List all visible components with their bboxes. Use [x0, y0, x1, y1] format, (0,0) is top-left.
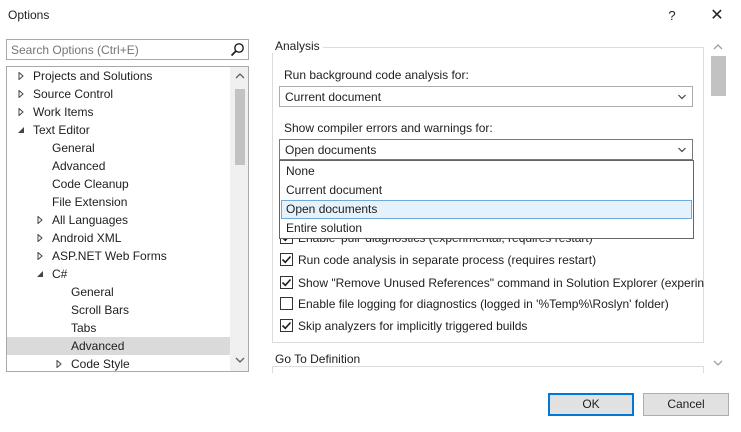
tree-scroll-thumb[interactable]	[235, 89, 245, 165]
background-analysis-label: Run background code analysis for:	[284, 68, 469, 82]
tree-item-label: All Languages	[52, 213, 129, 227]
close-button[interactable]: ✕	[697, 0, 737, 30]
checkmark-icon	[281, 255, 292, 264]
goto-definition-title: Go To Definition	[272, 352, 364, 366]
search-icon[interactable]	[229, 42, 245, 58]
collapsed-arrow-icon[interactable]	[17, 90, 25, 98]
scroll-down-icon[interactable]	[235, 355, 245, 365]
collapsed-arrow-icon[interactable]	[55, 360, 63, 368]
checkbox[interactable]	[280, 253, 293, 266]
dropdown-option[interactable]: Current document	[281, 181, 692, 200]
tree-item-label: Work Items	[33, 105, 94, 119]
dropdown-option[interactable]: None	[281, 162, 692, 181]
checkbox[interactable]	[280, 319, 293, 332]
background-analysis-value: Current document	[285, 90, 382, 104]
scroll-down-icon[interactable]	[713, 358, 723, 368]
tree-item-label: Source Control	[33, 87, 114, 101]
tree-item[interactable]: Work Items	[7, 103, 231, 121]
checkbox-label: Skip analyzers for implicitly triggered …	[298, 319, 528, 333]
checkmark-icon	[281, 321, 292, 330]
dropdown-option[interactable]: Open documents	[281, 200, 692, 219]
checkbox-label: Run code analysis in separate process (r…	[298, 253, 597, 267]
tree-item-label: File Extension	[52, 195, 128, 209]
tree-item[interactable]: Code Cleanup	[7, 175, 231, 193]
tree-item[interactable]: All Languages	[7, 211, 231, 229]
tree-item[interactable]: ASP.NET Web Forms	[7, 247, 231, 265]
tree-item[interactable]: Android XML	[7, 229, 231, 247]
checkbox[interactable]	[280, 276, 293, 289]
background-analysis-combo[interactable]: Current document	[279, 86, 693, 107]
tree-item[interactable]: File Extension	[7, 193, 231, 211]
window-title: Options	[8, 8, 50, 22]
tree-item[interactable]: Text Editor	[7, 121, 231, 139]
compiler-errors-label: Show compiler errors and warnings for:	[284, 121, 493, 135]
tree-item-label: ASP.NET Web Forms	[52, 249, 167, 263]
checkbox-label: Show "Remove Unused References" command …	[298, 276, 705, 290]
collapsed-arrow-icon[interactable]	[17, 72, 25, 80]
checkbox[interactable]	[280, 297, 293, 310]
search-input[interactable]	[7, 40, 229, 59]
scroll-up-icon[interactable]	[713, 42, 723, 52]
collapsed-arrow-icon[interactable]	[36, 234, 44, 242]
tree-item-label: C#	[52, 267, 68, 281]
tree-item[interactable]: Code Style	[7, 355, 231, 371]
cancel-button[interactable]: Cancel	[643, 393, 729, 416]
options-tree: Projects and Solutions Source Control Work…	[6, 66, 249, 372]
title-bar: Options ? ✕	[0, 0, 741, 30]
expanded-arrow-icon[interactable]	[17, 126, 25, 134]
tree-item-label: Android XML	[52, 231, 122, 245]
ok-button[interactable]: OK	[548, 393, 634, 416]
search-box	[6, 39, 249, 60]
tree-item[interactable]: Advanced	[7, 337, 231, 355]
tree-item[interactable]: General	[7, 283, 231, 301]
compiler-errors-dropdown: None Current document Open documents Entire…	[279, 160, 694, 239]
tree-item-label: Text Editor	[33, 123, 90, 137]
tree-item[interactable]: Advanced	[7, 157, 231, 175]
tree-list: Projects and Solutions Source Control Work…	[7, 67, 231, 371]
tree-item[interactable]: Scroll Bars	[7, 301, 231, 319]
tree-item-label: General	[71, 285, 114, 299]
tree-item-label: Projects and Solutions	[33, 69, 153, 83]
tree-item-label: Advanced	[71, 339, 125, 353]
settings-scroll-thumb[interactable]	[711, 56, 726, 96]
tree-item[interactable]: C#	[7, 265, 231, 283]
tree-item[interactable]: Tabs	[7, 319, 231, 337]
goto-definition-group	[272, 366, 704, 373]
tree-item-label: Scroll Bars	[71, 303, 130, 317]
analysis-title: Analysis	[272, 39, 323, 53]
tree-item-label: General	[52, 141, 95, 155]
checkmark-icon	[281, 278, 292, 287]
collapsed-arrow-icon[interactable]	[36, 216, 44, 224]
chevron-down-icon	[678, 94, 686, 100]
collapsed-arrow-icon[interactable]	[36, 252, 44, 260]
collapsed-arrow-icon[interactable]	[17, 108, 25, 116]
tree-item[interactable]: General	[7, 139, 231, 157]
tree-item-label: Code Cleanup	[52, 177, 129, 191]
scroll-up-icon[interactable]	[235, 71, 245, 81]
help-button[interactable]: ?	[652, 0, 692, 30]
checkbox-label: Enable file logging for diagnostics (log…	[298, 297, 669, 311]
tree-item[interactable]: Source Control	[7, 85, 231, 103]
tree-item-label: Code Style	[71, 357, 130, 371]
tree-scrollbar[interactable]	[230, 67, 248, 371]
tree-item-label: Tabs	[71, 321, 97, 335]
expanded-arrow-icon[interactable]	[36, 270, 44, 278]
tree-item-label: Advanced	[52, 159, 106, 173]
tree-item[interactable]: Projects and Solutions	[7, 67, 231, 85]
compiler-errors-value: Open documents	[285, 143, 377, 157]
dropdown-option[interactable]: Entire solution	[281, 219, 692, 238]
settings-scrollbar[interactable]	[710, 38, 727, 372]
chevron-down-icon	[678, 147, 686, 153]
compiler-errors-combo[interactable]: Open documents	[279, 139, 693, 160]
